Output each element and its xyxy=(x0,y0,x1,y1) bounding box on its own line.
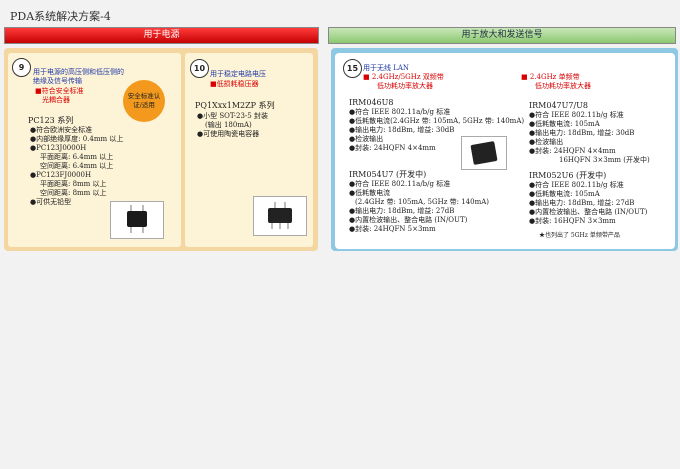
pin xyxy=(142,227,144,233)
card15-left-sub-2: 低功耗功率放大器 xyxy=(377,82,433,90)
card10-sub: ■低损耗稳压器 xyxy=(210,80,259,88)
pin xyxy=(287,223,289,229)
irm054u7-line-1: ●低耗散电流 xyxy=(349,189,391,197)
card-number-9: 9 xyxy=(12,58,31,77)
card10-heading: 用于稳定电路电压 xyxy=(210,70,266,78)
irm054u7-line-5: ●封装: 24HQFN 5×3mm xyxy=(349,225,436,233)
power-panel: 9 用于电源的高压侧和低压侧的 绝缘及信号传输 ■符合安全标准 光耦合器 安全标… xyxy=(4,48,318,251)
section-header-power: 用于电源 xyxy=(4,27,319,44)
irm046u8-line-1: ●低耗散电流(2.4GHz 带: 105mA, 5GHz 带: 140mA) xyxy=(349,117,525,125)
card9-sub-2: 光耦合器 xyxy=(42,96,70,104)
safety-cert-badge: 安全标准认证/适用 xyxy=(123,80,165,122)
irm047u7-line-0: ●符合 IEEE 802.11b/g 标准 xyxy=(529,111,624,119)
irm046u8-line-0: ●符合 IEEE 802.11a/b/g 标准 xyxy=(349,108,451,116)
irm054u7-line-4: ●内置检波输出、整合电路 (IN/OUT) xyxy=(349,216,468,224)
irm047u7-line-5: 16HQFN 3×3mm (开发中) xyxy=(559,156,650,164)
regulator-chip xyxy=(268,208,292,223)
pin xyxy=(130,205,132,211)
irm052u6-line-4: ●封装: 16HQFN 3×3mm xyxy=(529,217,616,225)
card9-line-5: ●PC123FJ0000H xyxy=(30,171,92,179)
card10-line-0: ●小型 SOT-23-5 封装 xyxy=(197,112,268,120)
irm046u8-line-2: ●输出电力: 18dBm, 增益: 30dB xyxy=(349,126,455,134)
regulator-image xyxy=(253,196,307,236)
amplifier-panel: 15 用于无线 LAN ■ 2.4GHz/5GHz 双频带 低功耗功率放大器 ■… xyxy=(331,48,678,251)
card9-sub-1: ■符合安全标准 xyxy=(35,87,84,95)
pin xyxy=(279,223,281,229)
irm047u7-line-1: ●低耗散电流: 105mA xyxy=(529,120,600,128)
section-header-amplifier: 用于放大和发送信号 xyxy=(328,27,676,44)
hqfn-chip xyxy=(470,141,498,165)
irm052u6-line-2: ●输出电力: 18dBm, 增益: 27dB xyxy=(529,199,635,207)
card-15-wireless-lan: 15 用于无线 LAN ■ 2.4GHz/5GHz 双频带 低功耗功率放大器 ■… xyxy=(335,53,675,249)
irm054u7-line-0: ●符合 IEEE 802.11a/b/g 标准 xyxy=(349,180,451,188)
card-number-10: 10 xyxy=(190,59,209,78)
card9-line-7: 空间距离: 8mm 以上 xyxy=(40,189,107,197)
card-number-15: 15 xyxy=(343,59,362,78)
irm052u6-name: IRM052U6 (开发中) xyxy=(529,171,607,180)
card9-line-4: 空间距离: 6.4mm 以上 xyxy=(40,162,114,170)
card10-line-2: ●可使用陶瓷电容器 xyxy=(197,130,260,138)
irm046u8-line-4: ●封装: 24HQFN 4×4mm xyxy=(349,144,436,152)
card9-heading-2: 绝缘及信号传输 xyxy=(33,77,82,85)
irm054u7-line-3: ●输出电力: 18dBm, 增益: 27dB xyxy=(349,207,455,215)
card9-line-3: 平面距离: 6.4mm 以上 xyxy=(40,153,114,161)
optocoupler-chip xyxy=(127,211,147,227)
irm054u7-name: IRM054U7 (开发中) xyxy=(349,170,427,179)
irm052u6-line-3: ●内置检波输出、整合电路 (IN/OUT) xyxy=(529,208,648,216)
irm052u6-line-0: ●符合 IEEE 802.11b/g 标准 xyxy=(529,181,624,189)
irm046u8-line-3: ●检波输出 xyxy=(349,135,384,143)
card9-line-6: 平面距离: 8mm 以上 xyxy=(40,180,107,188)
card9-line-2: ●PC123J0000H xyxy=(30,144,87,152)
irm047u7-line-4: ●封装: 24HQFN 4×4mm xyxy=(529,147,616,155)
card15-note: ★也列出了 5GHz 单频带产品 xyxy=(539,232,620,239)
card9-line-8: ●可供无铅型 xyxy=(30,198,72,206)
irm046u8-name: IRM046U8 xyxy=(349,98,394,107)
card15-right-sub-1: ■ 2.4GHz 单频带 xyxy=(521,73,580,81)
safety-cert-badge-text: 安全标准认证/适用 xyxy=(127,92,161,109)
pin xyxy=(274,202,276,208)
pin xyxy=(130,227,132,233)
pin xyxy=(142,205,144,211)
card9-series: PC123 系列 xyxy=(28,116,74,125)
page-title: PDA系统解决方案-4 xyxy=(10,10,111,23)
optocoupler-image xyxy=(110,201,164,239)
irm047u7-name: IRM047U7/U8 xyxy=(529,101,589,110)
hqfn-image xyxy=(461,136,507,170)
card15-heading: 用于无线 LAN xyxy=(363,64,410,72)
pin xyxy=(271,223,273,229)
irm052u6-line-1: ●低耗散电流: 105mA xyxy=(529,190,600,198)
card10-series: PQ1Xxx1M2ZP 系列 xyxy=(195,101,275,110)
pin xyxy=(284,202,286,208)
irm047u7-line-3: ●检波输出 xyxy=(529,138,564,146)
card15-left-sub-1: ■ 2.4GHz/5GHz 双频带 xyxy=(363,73,444,81)
card9-heading-1: 用于电源的高压侧和低压侧的 xyxy=(33,68,124,76)
card15-right-sub-2: 低功耗功率放大器 xyxy=(535,82,591,90)
card-10-regulator: 10 用于稳定电路电压 ■低损耗稳压器 PQ1Xxx1M2ZP 系列 ●小型 S… xyxy=(185,53,313,247)
card10-line-1: (输出 180mA) xyxy=(205,121,252,129)
card-9-optocoupler: 9 用于电源的高压侧和低压侧的 绝缘及信号传输 ■符合安全标准 光耦合器 安全标… xyxy=(8,53,181,247)
card9-line-1: ●内部绝缘厚度: 0.4mm 以上 xyxy=(30,135,124,143)
card9-line-0: ●符合欧洲安全标准 xyxy=(30,126,93,134)
irm047u7-line-2: ●输出电力: 18dBm, 增益: 30dB xyxy=(529,129,635,137)
irm054u7-line-2: (2.4GHz 带: 105mA, 5GHz 带: 140mA) xyxy=(355,198,489,206)
